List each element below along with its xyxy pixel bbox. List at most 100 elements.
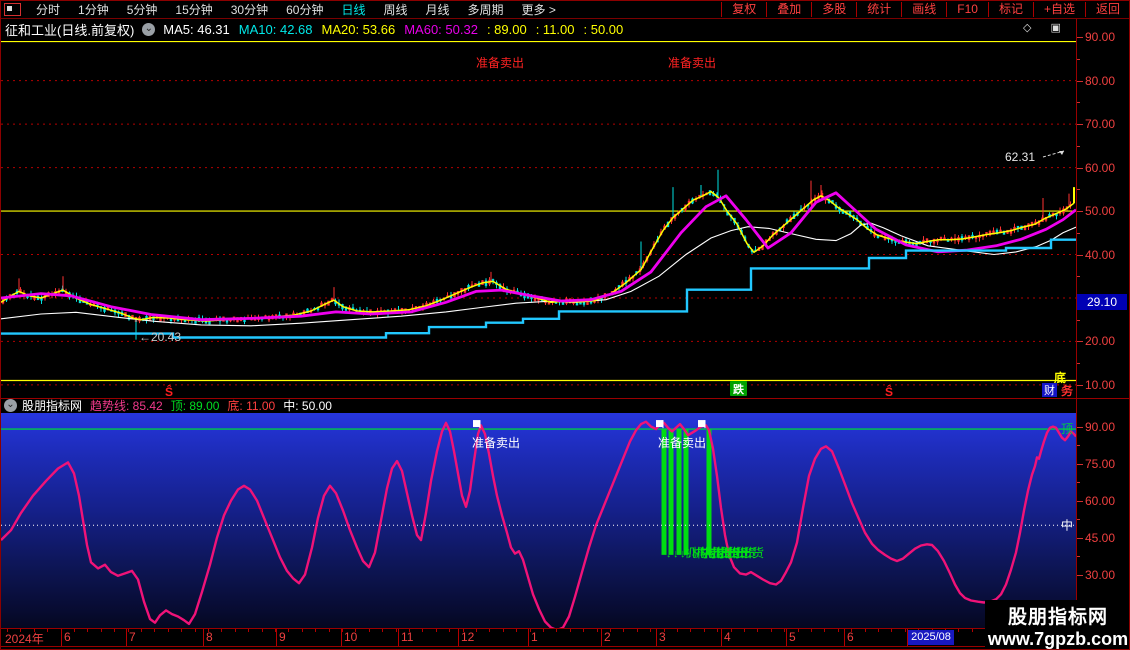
ma-legend-item-0: MA5: 46.31 (163, 22, 230, 37)
tool-统计[interactable]: 统计 (856, 2, 901, 17)
x-axis-tick (583, 629, 584, 632)
x-axis-tick (637, 629, 638, 632)
indicator-collapse-icon[interactable]: ⌄ (4, 399, 17, 412)
svg-text:跌: 跌 (733, 382, 745, 396)
x-axis-tick (61, 629, 62, 632)
x-axis-tick (221, 629, 222, 632)
main-axis-label-70: 70.00 (1085, 117, 1115, 131)
indicator-name: 股朋指标网 (22, 397, 82, 414)
svg-text:务: 务 (1061, 383, 1074, 398)
ma-legend-item-6: : 50.00 (584, 22, 624, 37)
x-axis-month-separator (721, 629, 722, 646)
svg-text:中: 中 (1061, 517, 1073, 532)
titlebar-corner-icons[interactable]: ◇ ▣ (1023, 21, 1069, 34)
menu-item-15分钟[interactable]: 15分钟 (166, 1, 221, 18)
window-icon[interactable] (4, 3, 21, 16)
x-axis-tick (382, 629, 383, 632)
x-axis-month-label-12: 12 (461, 630, 474, 644)
x-axis-month-label-2: 2 (604, 630, 611, 644)
menu-item-更多 >[interactable]: 更多 > (513, 1, 565, 18)
x-axis-tick (396, 629, 397, 632)
main-axis-tick (1077, 385, 1083, 386)
svg-text:准备卖出: 准备卖出 (472, 436, 520, 450)
x-axis-month-separator (276, 629, 277, 646)
indicator-axis-label-75: 75.00 (1085, 457, 1115, 471)
tool-多股[interactable]: 多股 (811, 2, 856, 17)
collapse-icon[interactable]: ⌄ (142, 23, 155, 36)
menu-item-5分钟[interactable]: 5分钟 (118, 1, 167, 18)
main-price-chart[interactable]: 准备卖出准备卖出←20.4362.31Ŝ跌Ŝ底财务 (1, 41, 1076, 399)
main-axis-tick (1077, 320, 1080, 321)
x-axis-month-label-5: 5 (789, 630, 796, 644)
tool-+自选[interactable]: +自选 (1033, 2, 1085, 17)
main-axis-tick (1077, 211, 1083, 212)
x-axis-tick (141, 629, 142, 632)
menu-item-月线[interactable]: 月线 (417, 1, 459, 18)
x-axis-tick (878, 629, 879, 632)
main-axis-tick (1077, 102, 1080, 103)
main-axis-tick (1077, 146, 1080, 147)
x-axis-tick (288, 629, 289, 632)
tools-menu: 复权叠加多股统计画线F10标记+自选返回 (721, 1, 1130, 18)
ma-legend-item-4: : 89.00 (487, 22, 527, 37)
x-axis-month-label-4: 4 (724, 630, 731, 644)
x-axis-tick (891, 629, 892, 632)
x-axis-tick (248, 629, 249, 632)
tool-标记[interactable]: 标记 (988, 2, 1033, 17)
indicator-legend-item-1: 顶: 89.00 (171, 399, 220, 413)
chart-title-bar: 征和工业(日线.前复权) ⌄ MA5: 46.31 MA10: 42.68 MA20… (1, 19, 1075, 40)
main-axis-tick (1077, 37, 1083, 38)
tool-叠加[interactable]: 叠加 (766, 2, 811, 17)
tool-复权[interactable]: 复权 (721, 2, 766, 17)
x-axis-tick (798, 629, 799, 632)
x-axis-month-separator (528, 629, 529, 646)
menu-item-多周期[interactable]: 多周期 (459, 1, 513, 18)
indicator-chart[interactable]: 准备卖出准备卖出↓↓↓↓机构出货机构出货机构出货机构出货机构出货顶中 (1, 413, 1076, 629)
watermark-url: www.7gpzb.com (988, 629, 1128, 650)
x-axis-tick (744, 629, 745, 632)
x-axis-tick (329, 629, 330, 632)
ma-legend-item-2: MA20: 53.66 (322, 22, 396, 37)
svg-text:↓: ↓ (666, 548, 672, 560)
x-axis-month-separator (656, 629, 657, 646)
current-price-badge: 29.10 (1077, 294, 1127, 310)
tool-返回[interactable]: 返回 (1085, 2, 1130, 17)
menu-item-分时[interactable]: 分时 (27, 1, 69, 18)
trading-app-window: 分时1分钟5分钟15分钟30分钟60分钟日线周线月线多周期更多 > 复权叠加多股… (0, 0, 1130, 650)
svg-text:准备卖出: 准备卖出 (658, 436, 706, 450)
tool-画线[interactable]: 画线 (901, 2, 946, 17)
menu-item-30分钟[interactable]: 30分钟 (222, 1, 277, 18)
x-axis-tick (530, 629, 531, 632)
x-axis-tick (610, 629, 611, 632)
x-axis-tick (409, 629, 410, 632)
indicator-axis-tick (1077, 464, 1083, 465)
menu-item-日线[interactable]: 日线 (332, 1, 374, 18)
main-axis-tick (1077, 81, 1083, 82)
ma-legend-item-1: MA10: 42.68 (239, 22, 313, 37)
menu-item-周线[interactable]: 周线 (374, 1, 416, 18)
ma-legend-item-5: : 11.00 (536, 22, 575, 37)
svg-text:↓: ↓ (673, 548, 679, 560)
stock-title: 征和工业(日线.前复权) (5, 20, 134, 39)
tool-F10[interactable]: F10 (946, 2, 988, 17)
main-bottom-border (1, 398, 1130, 399)
x-axis-tick (811, 629, 812, 632)
indicator-legend-item-2: 底: 11.00 (227, 399, 275, 413)
indicator-header: ⌄ 股朋指标网 趋势线: 85.42顶: 89.00底: 11.00中: 50.… (1, 399, 1079, 412)
menu-item-60分钟[interactable]: 60分钟 (277, 1, 332, 18)
svg-text:准备卖出: 准备卖出 (668, 56, 716, 70)
x-axis-tick (262, 629, 263, 632)
x-axis-tick (851, 629, 852, 632)
main-axis-tick (1077, 276, 1080, 277)
x-axis-tick (369, 629, 370, 632)
x-axis-tick (34, 629, 35, 632)
indicator-axis-label-45: 45.00 (1085, 531, 1115, 545)
main-axis-label-90: 90.00 (1085, 30, 1115, 44)
x-axis-tick (731, 629, 732, 632)
main-axis-tick (1077, 363, 1080, 364)
x-axis-month-label-10: 10 (344, 630, 357, 644)
x-axis-month-label-3: 3 (659, 630, 666, 644)
x-axis-month-separator (126, 629, 127, 646)
x-axis-tick (87, 629, 88, 632)
menu-item-1分钟[interactable]: 1分钟 (69, 1, 118, 18)
